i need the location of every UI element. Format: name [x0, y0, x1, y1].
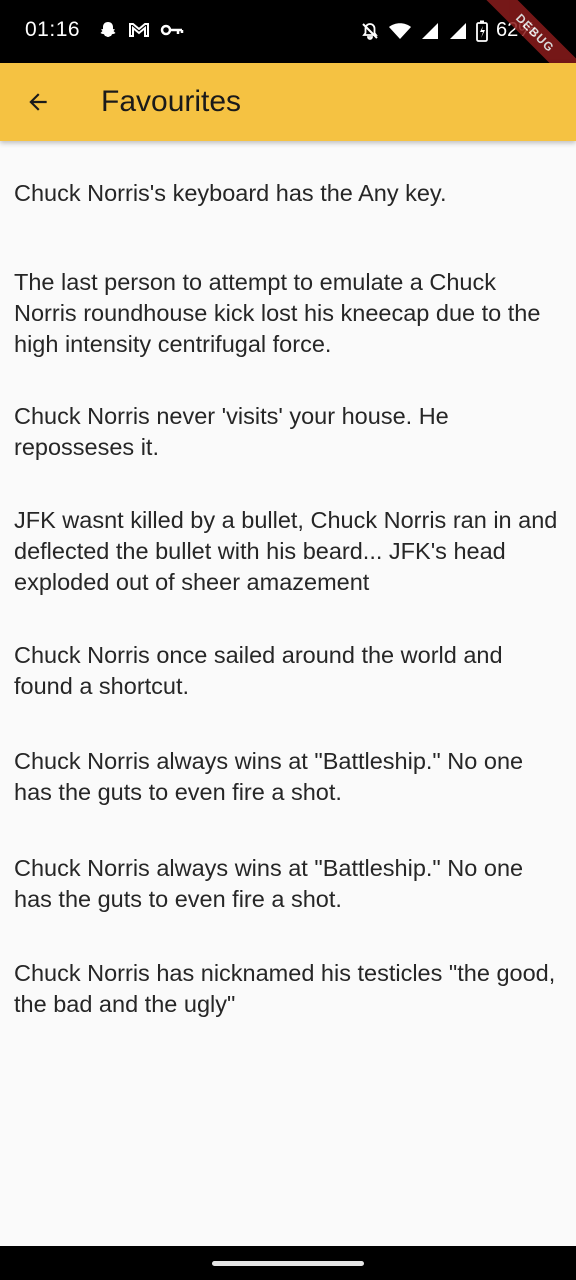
signal-icon: [449, 22, 466, 39]
list-item[interactable]: Chuck Norris always wins at "Battleship.…: [14, 746, 562, 808]
vpn-key-icon: [160, 24, 184, 36]
status-bar: 01:16 62% DEBUG: [0, 0, 576, 94]
navigation-bar: [0, 1246, 576, 1280]
snapchat-icon: [100, 22, 116, 37]
arrow-back-icon: [29, 93, 47, 111]
wifi-icon: [388, 22, 411, 39]
signal-icon: [421, 22, 438, 39]
list-item[interactable]: Chuck Norris has nicknamed his testicles…: [14, 958, 562, 1020]
status-time: 01:16: [25, 18, 81, 41]
back-button[interactable]: [14, 78, 62, 126]
list-item[interactable]: JFK wasnt killed by a bullet, Chuck Norr…: [14, 505, 562, 598]
list-item[interactable]: Chuck Norris always wins at "Battleship.…: [14, 853, 562, 915]
app-bar: Favourites: [0, 63, 576, 141]
status-left-icons: [98, 20, 184, 40]
list-item[interactable]: Chuck Norris once sailed around the worl…: [14, 640, 562, 702]
battery-icon: [476, 20, 488, 42]
gmail-icon: [129, 23, 149, 37]
list-item[interactable]: Chuck Norris never 'visits' your house. …: [14, 401, 562, 463]
notifications-off-icon: [362, 22, 378, 40]
list-item[interactable]: The last person to attempt to emulate a …: [14, 267, 562, 360]
page-title: Favourites: [101, 85, 242, 118]
list-item[interactable]: Chuck Norris's keyboard has the Any key.: [14, 178, 562, 209]
home-indicator[interactable]: [212, 1261, 364, 1266]
